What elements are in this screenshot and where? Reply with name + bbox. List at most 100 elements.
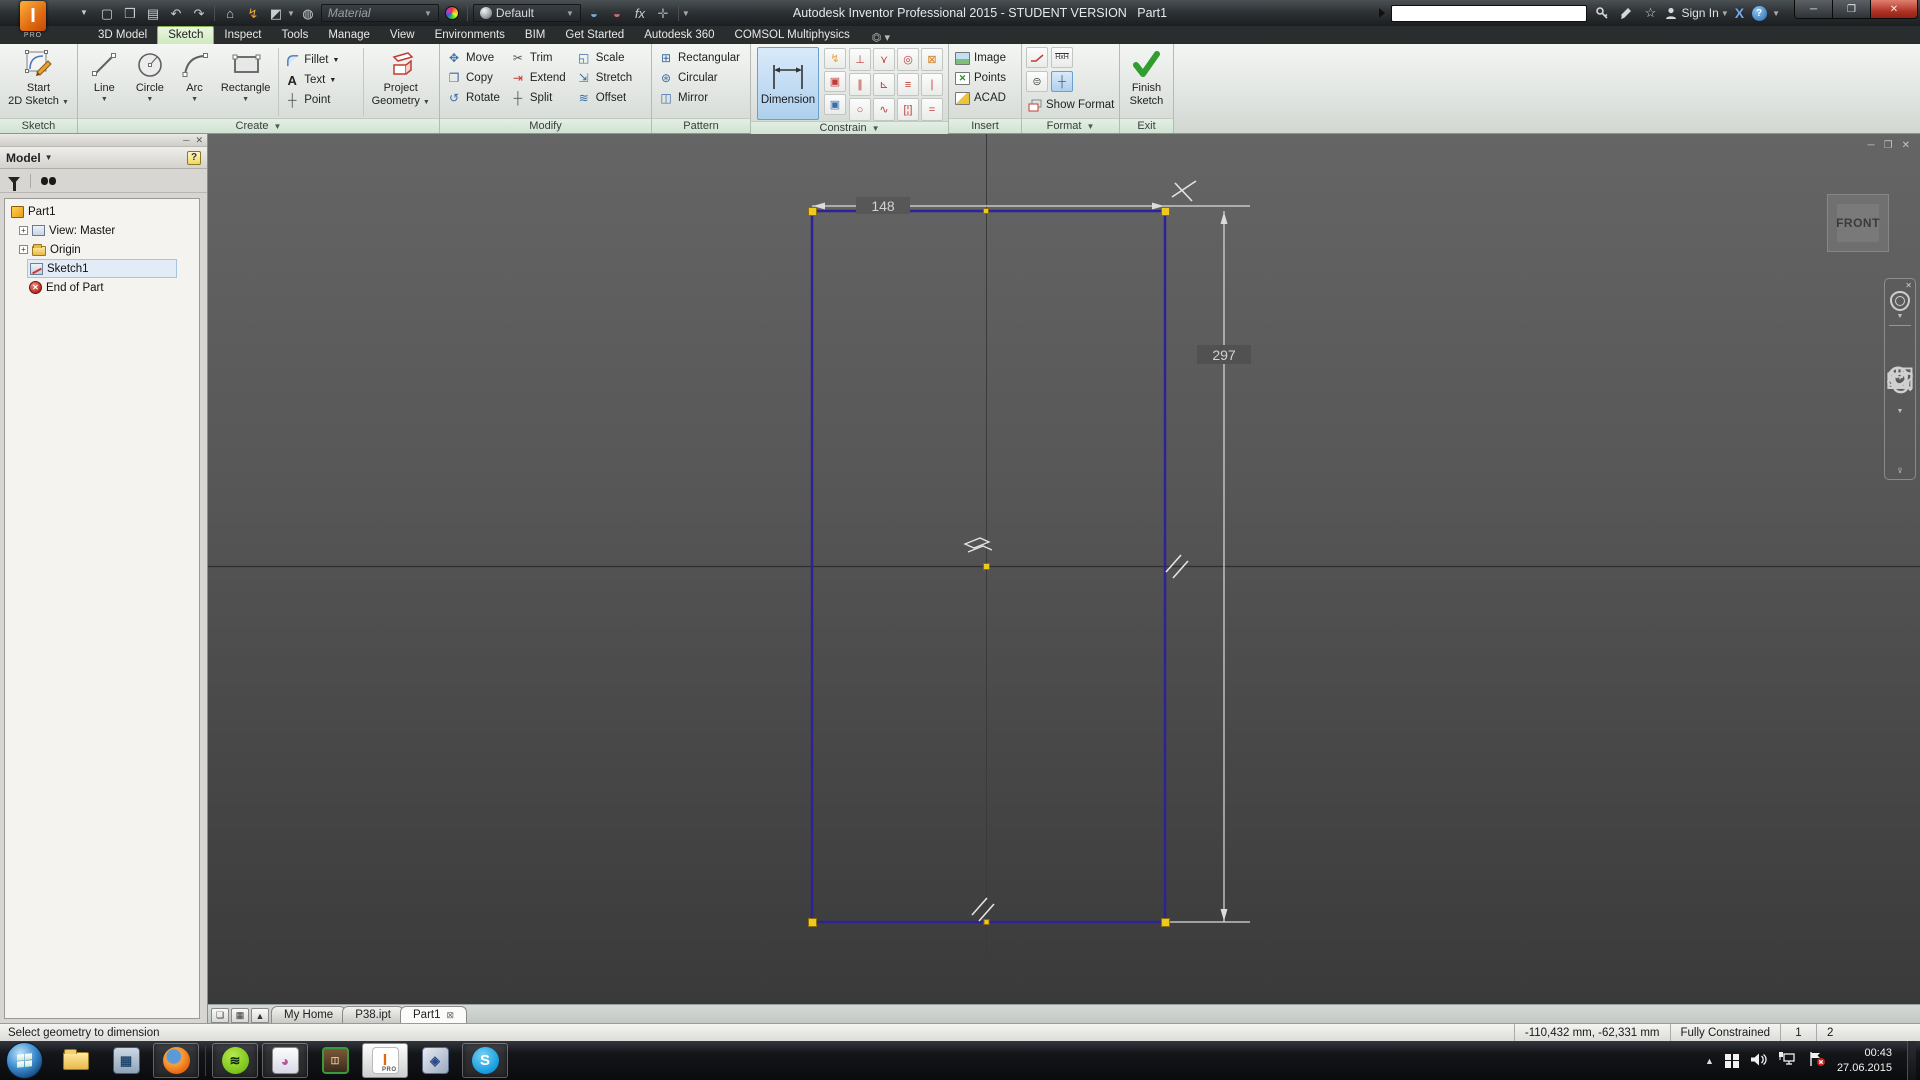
text-button[interactable]: A Text ▼ bbox=[282, 70, 359, 90]
dimension-button[interactable]: Dimension bbox=[757, 47, 819, 120]
help-caret[interactable]: ▼ bbox=[1772, 9, 1780, 18]
driven-dimension-button[interactable]: HxH bbox=[1051, 47, 1073, 68]
appearance-dropdown[interactable]: Default ▼ bbox=[472, 4, 581, 22]
window-minimize-button[interactable]: ─ bbox=[1795, 0, 1833, 18]
adjust-appearance-button[interactable]: ◒ bbox=[584, 3, 604, 23]
communication-center-icon[interactable] bbox=[1617, 3, 1635, 23]
tab-get-started[interactable]: Get Started bbox=[555, 27, 634, 44]
trim-button[interactable]: ✂ Trim bbox=[508, 48, 568, 68]
line-button[interactable]: Line ▼ bbox=[82, 46, 127, 118]
fillet-button[interactable]: Fillet ▼ bbox=[282, 50, 359, 70]
window-restore-button[interactable]: ❐ bbox=[1833, 0, 1871, 18]
construction-line-button[interactable] bbox=[1026, 47, 1048, 68]
cascade-windows-button[interactable]: ❏ bbox=[211, 1008, 229, 1023]
tree-item-view-master[interactable]: + View: Master bbox=[17, 221, 199, 240]
tab-comsol[interactable]: COMSOL Multiphysics bbox=[725, 27, 860, 44]
collinear-constraint-button[interactable]: ⋎ bbox=[873, 48, 895, 71]
scale-button[interactable]: ◱ Scale bbox=[574, 48, 634, 68]
qat-overflow-button[interactable]: ▼ bbox=[682, 9, 690, 18]
help-button[interactable]: ? bbox=[1750, 3, 1768, 23]
tab-environments[interactable]: Environments bbox=[425, 27, 515, 44]
tab-view[interactable]: View bbox=[380, 27, 425, 44]
find-binoculars-icon[interactable] bbox=[41, 176, 48, 185]
panel-label-format[interactable]: Format ▼ bbox=[1022, 118, 1119, 133]
browser-grip-bar[interactable]: ─ ✕ bbox=[0, 134, 207, 147]
panel-label-exit[interactable]: Exit bbox=[1120, 118, 1173, 133]
sweep-lightning-button[interactable]: ↯ bbox=[243, 3, 263, 23]
insert-points-button[interactable]: ✕ Points bbox=[953, 68, 1008, 88]
start-button[interactable] bbox=[6, 1042, 43, 1079]
tree-item-origin[interactable]: + Origin bbox=[17, 240, 199, 259]
tab-inspect[interactable]: Inspect bbox=[214, 27, 271, 44]
clear-appearance-button[interactable]: ◒ bbox=[607, 3, 627, 23]
panel-label-sketch[interactable]: Sketch bbox=[0, 118, 77, 133]
tab-manage[interactable]: Manage bbox=[318, 27, 380, 44]
panel-expand-arrow[interactable] bbox=[1379, 8, 1386, 18]
taskbar-inventor-button[interactable]: I PRO bbox=[362, 1043, 408, 1078]
inventor-logo[interactable]: I PRO bbox=[4, 1, 62, 43]
coincident-constraint-button[interactable]: ⊥ bbox=[849, 48, 871, 71]
centerline-button[interactable]: ⊜ bbox=[1026, 71, 1048, 92]
circle-button[interactable]: Circle ▼ bbox=[127, 46, 173, 118]
add-command-button[interactable]: ✛ bbox=[653, 3, 673, 23]
taskbar-explorer-button[interactable] bbox=[53, 1043, 99, 1078]
width-dimension-value[interactable]: 148 bbox=[871, 198, 895, 214]
show-constraints-button[interactable]: ▣ bbox=[824, 94, 846, 115]
smooth-constraint-button[interactable]: ∿ bbox=[873, 98, 895, 121]
taskbar-paint-button[interactable]: ◕ bbox=[262, 1043, 308, 1078]
tree-item-end-of-part[interactable]: ✕ End of Part bbox=[27, 278, 199, 297]
network-icon[interactable] bbox=[1778, 1051, 1797, 1070]
point-button[interactable]: ┼ Point bbox=[282, 90, 359, 110]
rotate-button[interactable]: ↺ Rotate bbox=[444, 88, 502, 108]
symmetric-constraint-button[interactable]: [¦] bbox=[897, 98, 919, 121]
rectangular-pattern-button[interactable]: ⊞ Rectangular bbox=[656, 48, 742, 68]
taskbar-calculator-button[interactable]: ▦ bbox=[103, 1043, 149, 1078]
taskbar-firefox-button[interactable] bbox=[153, 1043, 199, 1078]
stretch-button[interactable]: ⇲ Stretch bbox=[574, 68, 634, 88]
search-key-icon[interactable] bbox=[1593, 3, 1611, 23]
height-dimension-value[interactable]: 297 bbox=[1212, 347, 1236, 363]
expand-plus-icon[interactable]: + bbox=[19, 226, 28, 235]
tray-expand-arrow[interactable]: ▲ bbox=[1705, 1056, 1714, 1066]
tree-item-sketch1[interactable]: Sketch1 bbox=[27, 259, 177, 278]
tab-3d-model[interactable]: 3D Model bbox=[88, 27, 157, 44]
show-format-button[interactable]: Show Format bbox=[1026, 95, 1115, 115]
tab-bim[interactable]: BIM bbox=[515, 27, 555, 44]
taskbar-skype-button[interactable]: S bbox=[462, 1043, 508, 1078]
get-windows-icon[interactable] bbox=[1724, 1053, 1739, 1068]
undo-button[interactable]: ↶ bbox=[166, 3, 186, 23]
tree-item-part1[interactable]: Part1 bbox=[9, 202, 199, 221]
perpendicular-constraint-button[interactable]: ⊾ bbox=[873, 73, 895, 96]
panel-label-modify[interactable]: Modify bbox=[440, 118, 651, 133]
constraint-settings-button[interactable]: ▣ bbox=[824, 71, 846, 92]
expand-tabs-button[interactable]: ▲ bbox=[251, 1008, 269, 1023]
doc-tab-p38[interactable]: P38.ipt bbox=[342, 1006, 405, 1023]
home-button[interactable]: ⌂ bbox=[220, 3, 240, 23]
volume-icon[interactable] bbox=[1750, 1052, 1767, 1070]
exchange-apps-button[interactable]: X bbox=[1735, 5, 1744, 21]
center-point-button[interactable]: ┼ bbox=[1051, 71, 1073, 92]
auto-dimension-button[interactable]: ↯ bbox=[824, 48, 846, 69]
project-geometry-button[interactable]: Project Geometry ▼ bbox=[366, 46, 435, 118]
browser-close-icon[interactable]: ✕ bbox=[195, 135, 203, 146]
taskbar-spotify-button[interactable]: ≋ bbox=[212, 1043, 258, 1078]
graphics-window[interactable]: 148 297 ─ ❐ ✕ FRONT ✕ ▼ ▼ ▼ ⊽ bbox=[208, 134, 1920, 1004]
panel-label-insert[interactable]: Insert bbox=[949, 118, 1021, 133]
filter-icon[interactable] bbox=[8, 177, 20, 191]
search-input[interactable] bbox=[1391, 4, 1588, 22]
select-dropdown-arrow[interactable]: ▼ bbox=[287, 9, 295, 18]
insert-image-button[interactable]: Image bbox=[953, 48, 1008, 68]
move-button[interactable]: ✥ Move bbox=[444, 48, 502, 68]
fix-constraint-button[interactable]: ⊠ bbox=[921, 48, 943, 71]
browser-help-icon[interactable]: ? bbox=[187, 150, 201, 165]
finish-sketch-button[interactable]: Finish Sketch bbox=[1127, 46, 1167, 118]
expand-plus-icon[interactable]: + bbox=[19, 245, 28, 254]
copy-button[interactable]: ❐ Copy bbox=[444, 68, 502, 88]
view-cube[interactable]: FRONT bbox=[1827, 194, 1889, 252]
tab-tools[interactable]: Tools bbox=[271, 27, 318, 44]
panel-label-constrain[interactable]: Constrain ▼ bbox=[751, 121, 948, 134]
doc-tab-part1[interactable]: Part1 ⊠ bbox=[400, 1006, 468, 1023]
panel-label-create[interactable]: Create ▼ bbox=[78, 118, 439, 133]
sign-in-button[interactable]: Sign In ▼ bbox=[1665, 6, 1729, 20]
material-dropdown[interactable]: Material ▼ bbox=[320, 4, 439, 22]
